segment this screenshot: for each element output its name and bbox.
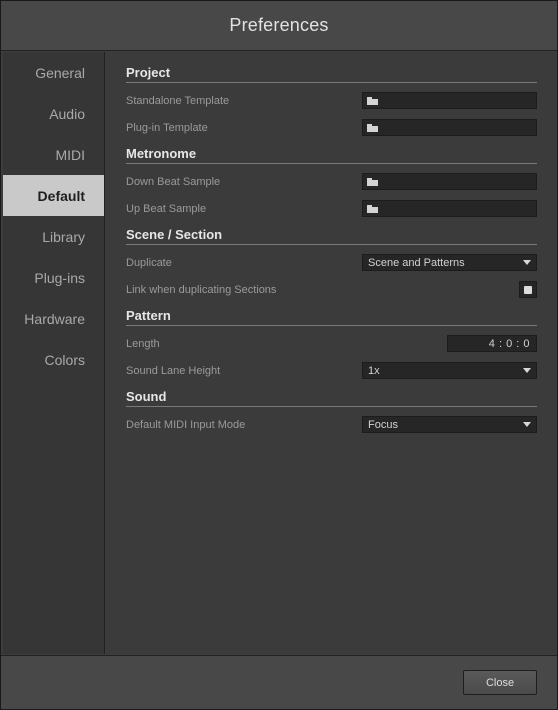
checkbox-checked-icon (524, 285, 532, 294)
standalone-template-label: Standalone Template (126, 95, 230, 107)
sidebar-item-audio[interactable]: Audio (3, 93, 104, 134)
standalone-template-field[interactable] (362, 92, 537, 109)
close-button[interactable]: Close (463, 670, 537, 695)
plugin-template-label: Plug-in Template (126, 122, 208, 134)
duplicate-label: Duplicate (126, 257, 172, 269)
sidebar-item-general[interactable]: General (3, 52, 104, 93)
folder-icon (367, 123, 378, 132)
duplicate-value: Scene and Patterns (368, 256, 465, 269)
section-title-project: Project (126, 65, 171, 80)
folder-icon (367, 204, 378, 213)
up-beat-sample-label: Up Beat Sample (126, 203, 207, 215)
sound-lane-height-label: Sound Lane Height (126, 365, 221, 377)
chevron-down-icon (523, 422, 531, 427)
section-title-sound: Sound (126, 389, 167, 404)
down-beat-sample-field[interactable] (362, 173, 537, 190)
sidebar: General Audio MIDI Default Library Plug-… (3, 52, 105, 654)
chevron-down-icon (523, 260, 531, 265)
folder-icon (367, 177, 378, 186)
section-title-metronome: Metronome (126, 146, 197, 161)
section-divider (126, 325, 537, 326)
default-midi-input-mode-value: Focus (368, 418, 398, 431)
section-divider (126, 406, 537, 407)
link-sections-checkbox[interactable] (519, 281, 537, 298)
preferences-window: Preferences General Audio MIDI Default L… (0, 0, 558, 710)
link-sections-label: Link when duplicating Sections (126, 284, 277, 296)
sidebar-item-library[interactable]: Library (3, 216, 104, 257)
sound-lane-height-select[interactable]: 1x (362, 362, 537, 379)
default-midi-input-mode-select[interactable]: Focus (362, 416, 537, 433)
section-title-pattern: Pattern (126, 308, 171, 323)
chevron-down-icon (523, 368, 531, 373)
preferences-content: Project Standalone Template Plug-in Temp… (106, 52, 557, 654)
sidebar-item-colors[interactable]: Colors (3, 339, 104, 380)
duplicate-select[interactable]: Scene and Patterns (362, 254, 537, 271)
plugin-template-field[interactable] (362, 119, 537, 136)
section-divider (126, 244, 537, 245)
section-divider (126, 82, 537, 83)
section-title-scene-section: Scene / Section (126, 227, 223, 242)
default-midi-input-mode-label: Default MIDI Input Mode (126, 419, 246, 431)
title-bar: Preferences (1, 1, 557, 51)
section-divider (126, 163, 537, 164)
up-beat-sample-field[interactable] (362, 200, 537, 217)
sidebar-item-plug-ins[interactable]: Plug-ins (3, 257, 104, 298)
sidebar-item-default[interactable]: Default (3, 175, 104, 216)
sound-lane-height-value: 1x (368, 364, 380, 377)
footer-bar: Close (1, 655, 557, 709)
down-beat-sample-label: Down Beat Sample (126, 176, 221, 188)
sidebar-item-hardware[interactable]: Hardware (3, 298, 104, 339)
window-title: Preferences (229, 15, 329, 35)
folder-icon (367, 96, 378, 105)
sidebar-item-midi[interactable]: MIDI (3, 134, 104, 175)
length-field[interactable]: 4 : 0 : 0 (447, 335, 537, 352)
length-label: Length (126, 338, 160, 350)
